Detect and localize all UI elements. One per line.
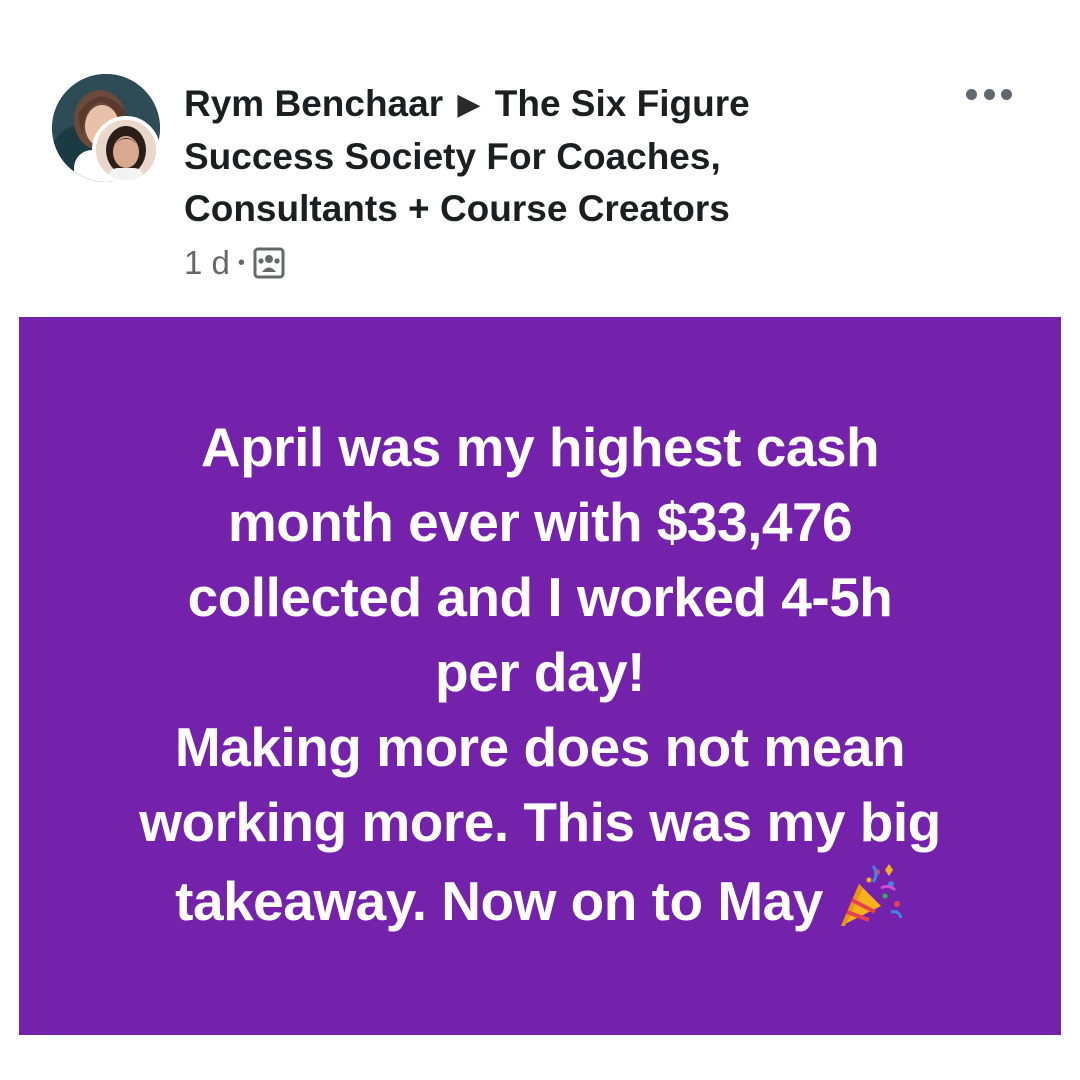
post-text-line: month ever with $33,476 <box>227 490 853 553</box>
more-dot <box>983 88 995 100</box>
more-dot <box>1001 88 1012 100</box>
group-name-part-2[interactable]: Success Society For Coaches, <box>184 131 884 183</box>
post-header: Rym Benchaar ▶ The Six Figure Success So… <box>184 78 884 235</box>
timestamp[interactable]: 1 d <box>184 244 230 282</box>
post-text-line: per day! <box>435 640 645 703</box>
post-text-card: April was my highest cash month ever wit… <box>19 317 1061 1035</box>
group-name-part-1[interactable]: The Six Figure <box>495 83 750 124</box>
post-text-line: takeaway. Now on to May <box>175 869 823 932</box>
post-text-line: Making more does not mean <box>174 715 906 778</box>
post-text-line: April was my highest cash <box>200 415 880 478</box>
header-line-1: Rym Benchaar ▶ The Six Figure <box>184 78 884 131</box>
group-icon <box>253 247 285 279</box>
more-dot <box>966 88 977 100</box>
party-popper-icon <box>833 860 905 932</box>
post-meta: 1 d • <box>184 242 285 284</box>
author-name[interactable]: Rym Benchaar <box>184 83 443 124</box>
group-name-part-3[interactable]: Consultants + Course Creators <box>184 183 884 235</box>
group-avatar[interactable] <box>92 116 160 184</box>
more-options-icon[interactable] <box>958 74 1020 114</box>
facebook-post: Rym Benchaar ▶ The Six Figure Success So… <box>0 0 1080 1080</box>
group-photo <box>96 120 156 180</box>
meta-separator: • <box>237 251 245 274</box>
post-text-line-last: takeaway. Now on to May <box>70 860 1010 939</box>
post-text: April was my highest cash month ever wit… <box>70 410 1010 939</box>
arrow-icon: ▶ <box>457 88 481 121</box>
post-text-line: collected and I worked 4-5h <box>187 565 893 628</box>
post-text-line: working more. This was my big <box>139 790 941 853</box>
